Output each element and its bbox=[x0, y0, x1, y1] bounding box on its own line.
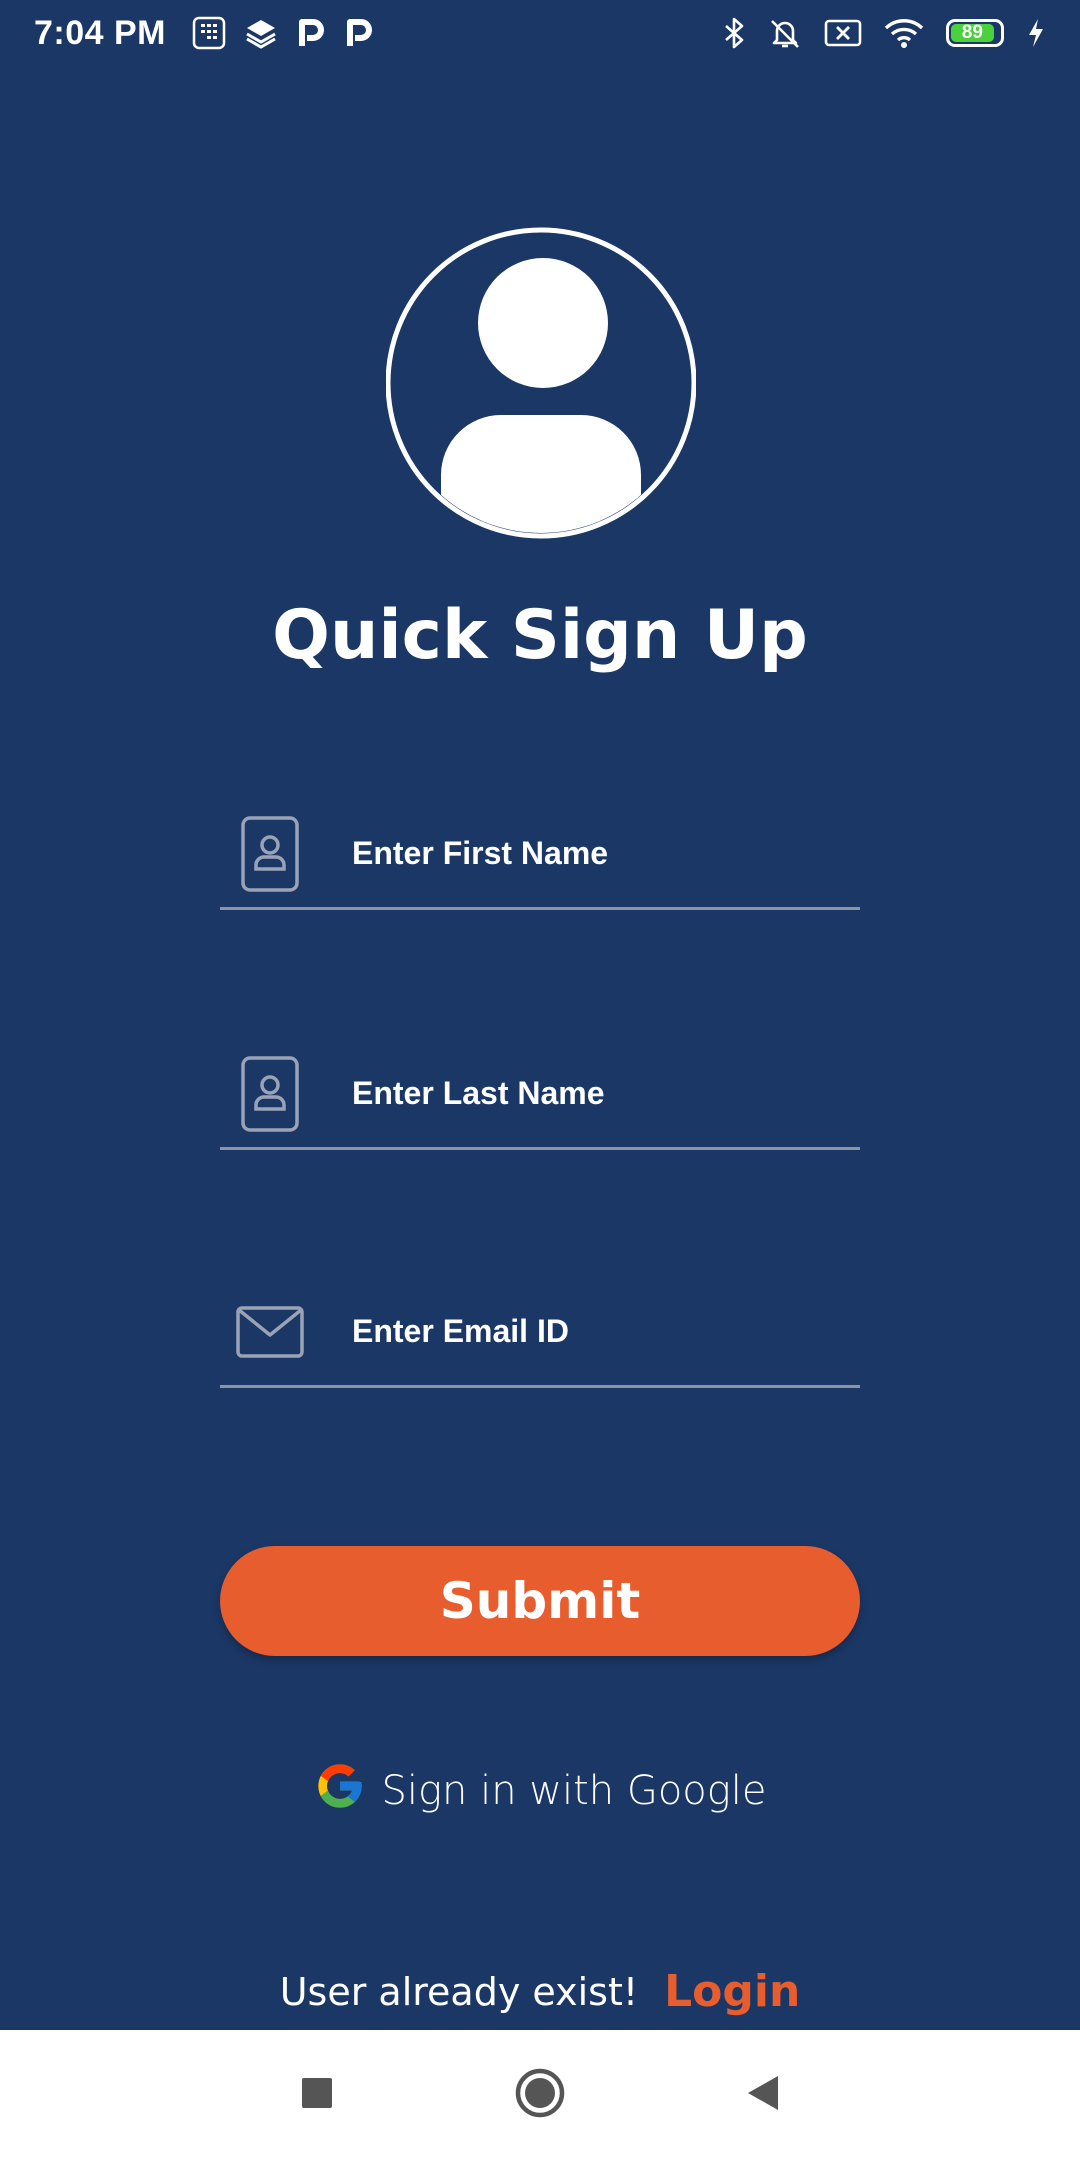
battery-level: 89 bbox=[951, 22, 994, 43]
calculator-icon bbox=[192, 16, 226, 50]
page-title: Quick Sign Up bbox=[272, 596, 808, 675]
battery-icon: 89 bbox=[946, 19, 1004, 47]
contact-card-icon bbox=[220, 815, 320, 893]
charging-icon bbox=[1026, 17, 1046, 49]
no-sim-icon bbox=[824, 18, 862, 48]
login-row: User already exist! Login bbox=[0, 1966, 1080, 2017]
layers-icon bbox=[244, 16, 278, 50]
first-name-input[interactable] bbox=[320, 834, 860, 873]
status-bar: 7:04 PM 89 bbox=[0, 0, 1080, 66]
wifi-icon bbox=[884, 17, 924, 49]
last-name-field[interactable] bbox=[220, 1040, 860, 1150]
bell-muted-icon bbox=[768, 16, 802, 50]
google-signin-button[interactable]: Sign in with Google bbox=[0, 1760, 1080, 1822]
login-link[interactable]: Login bbox=[664, 1966, 800, 2017]
google-signin-label: Sign in with Google bbox=[381, 1768, 767, 1814]
first-name-field[interactable] bbox=[220, 800, 860, 910]
bluetooth-icon bbox=[722, 16, 746, 50]
last-name-input[interactable] bbox=[320, 1074, 860, 1113]
email-field[interactable] bbox=[220, 1278, 860, 1388]
google-logo-icon bbox=[314, 1760, 366, 1822]
parking-icon bbox=[344, 16, 374, 50]
recents-button-icon[interactable] bbox=[300, 2076, 334, 2115]
submit-button[interactable]: Submit bbox=[220, 1546, 860, 1656]
profile-avatar-icon bbox=[385, 225, 697, 541]
mail-icon bbox=[220, 1305, 320, 1359]
contact-card-icon bbox=[220, 1055, 320, 1133]
back-button-icon[interactable] bbox=[746, 2074, 780, 2117]
system-nav-bar bbox=[0, 2030, 1080, 2160]
parking-icon bbox=[296, 16, 326, 50]
home-button-icon[interactable] bbox=[514, 2067, 566, 2124]
existing-user-text: User already exist! bbox=[279, 1969, 639, 2014]
status-time: 7:04 PM bbox=[34, 13, 166, 52]
email-input[interactable] bbox=[320, 1312, 860, 1351]
